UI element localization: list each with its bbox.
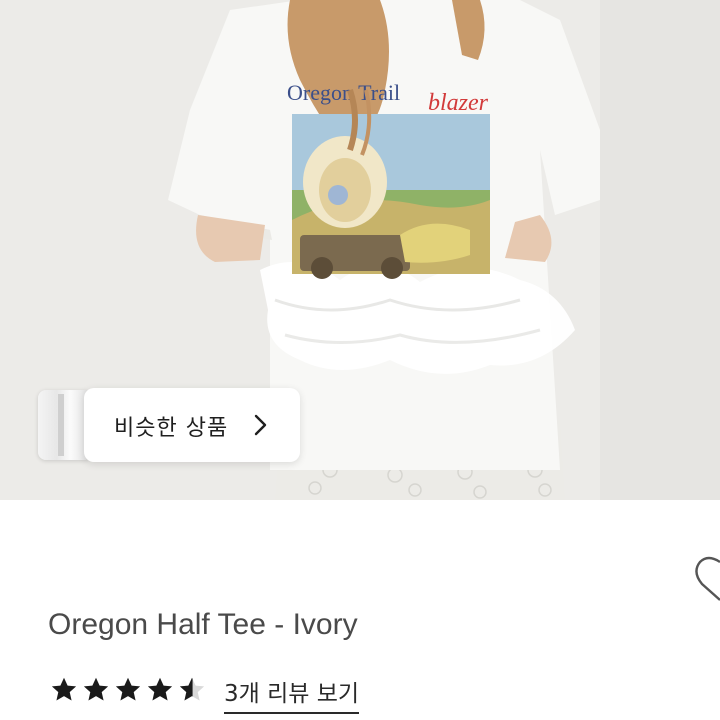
star-icon [115,677,141,701]
star-icon [147,677,173,701]
product-title: Oregon Half Tee - Ivory [48,608,358,641]
star-icon [83,677,109,701]
similar-products-label: 비슷한 상품 [114,416,229,441]
star-icon [51,677,77,701]
reviews-link[interactable]: 3개 리뷰 보기 [224,674,360,714]
print-text-accent: blazer [428,90,489,116]
similar-products-button[interactable]: 비슷한 상품 [84,388,300,462]
similar-products[interactable]: 비슷한 상품 [38,388,300,462]
print-text-main: Oregon Trail [287,80,400,105]
heart-icon[interactable] [688,552,720,602]
chevron-right-icon [254,414,267,436]
half-star-icon [179,677,205,701]
rating-stars [50,676,206,704]
